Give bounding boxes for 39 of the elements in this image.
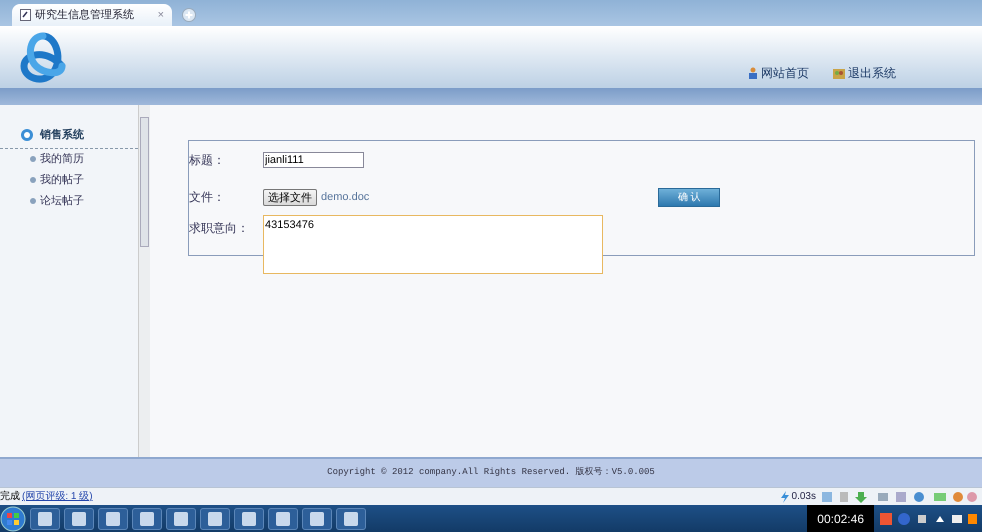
sidebar-item[interactable]: 论坛帖子 (40, 192, 84, 210)
people-icon (833, 67, 845, 79)
file-name: demo.doc (321, 190, 370, 205)
title-input[interactable]: jianli111 (263, 152, 364, 168)
person-icon (748, 67, 758, 79)
taskbar-app-icon[interactable] (98, 508, 128, 530)
taskbar-app-icon[interactable] (302, 508, 332, 530)
bullet-icon (30, 198, 36, 204)
rating-link[interactable]: (网页评级: 1 级) (22, 489, 93, 504)
header-link[interactable]: 退出系统 (848, 64, 896, 82)
sidebar-section: 销售系统 (40, 127, 84, 144)
search-globe-icon (20, 128, 34, 142)
sidebar-item[interactable]: 我的帖子 (40, 172, 84, 188)
intention-textarea[interactable]: 43153476 (263, 215, 603, 274)
taskbar-app-icon[interactable] (64, 508, 94, 530)
taskbar-app-icon[interactable] (132, 508, 162, 530)
copyright-text: Copyright © 2012 company.All Rights Reserved. 版权号：V5.0.005 (327, 466, 655, 480)
start-orb-icon[interactable] (0, 506, 26, 532)
lightning-icon (780, 490, 790, 502)
field-label: 文件： (189, 189, 226, 206)
tab-title: 研究生信息管理系统 (35, 8, 134, 23)
choose-file-button[interactable]: 选择文件 (263, 188, 317, 206)
clock: 00:02:46 (817, 510, 864, 528)
taskbar-app-icon[interactable] (200, 508, 230, 530)
bullet-icon (30, 177, 36, 183)
page-icon (20, 9, 31, 21)
bullet-icon (30, 156, 36, 162)
field-label: 标题： (189, 152, 226, 169)
taskbar-app-icon[interactable] (336, 508, 366, 530)
browser-tab[interactable]: 研究生信息管理系统 × (12, 4, 172, 26)
status-text: 完成 (0, 490, 20, 504)
sidebar-item[interactable]: 我的简历 (40, 150, 84, 168)
taskbar-app-icon[interactable] (166, 508, 196, 530)
taskbar-app-icon[interactable] (30, 508, 60, 530)
taskbar-app-icon[interactable] (234, 508, 264, 530)
taskbar-app-icon[interactable] (268, 508, 298, 530)
field-label: 求职意向： (189, 220, 250, 237)
load-time: 0.03s (792, 490, 816, 504)
header-link[interactable]: 网站首页 (761, 64, 809, 82)
